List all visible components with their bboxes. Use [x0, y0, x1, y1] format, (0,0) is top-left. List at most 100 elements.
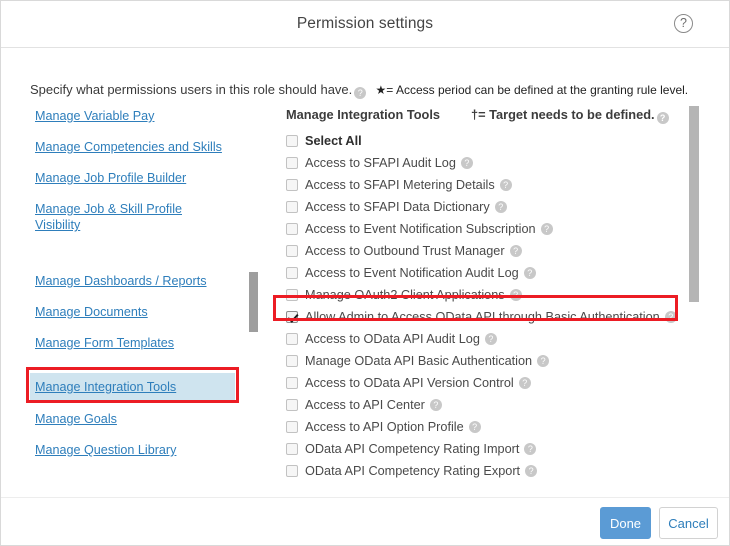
permission-category-sidebar[interactable]: Manage Variable Pay Manage Competencies a… — [1, 101, 249, 483]
checkbox-checked-icon[interactable] — [286, 311, 298, 323]
sidebar-item-manage-documents[interactable]: Manage Documents — [35, 304, 148, 320]
sidebar-item-label: Manage Dashboards / Reports — [35, 274, 207, 288]
panel-target-note: †= Target needs to be defined.? — [471, 107, 671, 124]
sidebar-item-manage-question-library[interactable]: Manage Question Library — [35, 442, 176, 458]
permission-row[interactable]: Allow Admin to Access OData API through … — [286, 306, 686, 328]
info-icon[interactable]: ? — [665, 311, 677, 323]
permission-list-scrollbar-thumb[interactable] — [689, 106, 699, 302]
permission-label: Access to Outbound Trust Manager — [305, 244, 505, 258]
info-icon[interactable]: ? — [524, 443, 536, 455]
permission-row[interactable]: Manage OAuth2 Client Applications? — [286, 284, 686, 306]
sidebar-item-manage-goals[interactable]: Manage Goals — [35, 411, 117, 427]
done-button[interactable]: Done — [600, 507, 651, 539]
permission-row[interactable]: Select All — [286, 130, 686, 152]
permission-label: Access to SFAPI Data Dictionary — [305, 200, 490, 214]
permission-label: Select All — [305, 134, 362, 148]
dialog-footer: Done Cancel — [1, 497, 729, 545]
panel-header: Manage Integration Tools — [286, 107, 440, 122]
info-icon[interactable]: ? — [495, 201, 507, 213]
permission-row[interactable]: OData API Competency Rating Import? — [286, 438, 686, 460]
permission-label: OData API Competency Rating Export — [305, 464, 520, 478]
checkbox-icon[interactable] — [286, 333, 298, 345]
checkbox-icon[interactable] — [286, 289, 298, 301]
permission-row[interactable]: Access to OData API Audit Log? — [286, 328, 686, 350]
sidebar-item-manage-form-templates[interactable]: Manage Form Templates — [35, 335, 174, 351]
intro-prefix: Specify what permissions users in this r… — [30, 82, 352, 97]
sidebar-item-manage-dashboards-reports[interactable]: Manage Dashboards / Reports — [35, 273, 207, 289]
info-icon[interactable]: ? — [657, 112, 669, 124]
info-icon[interactable]: ? — [469, 421, 481, 433]
info-icon[interactable]: ? — [510, 289, 522, 301]
permission-label: Access to SFAPI Metering Details — [305, 178, 495, 192]
checkbox-icon[interactable] — [286, 421, 298, 433]
sidebar-item-label: Manage Competencies and Skills — [35, 140, 222, 154]
permission-row[interactable]: Manage OData API Basic Authentication? — [286, 350, 686, 372]
checkbox-icon[interactable] — [286, 465, 298, 477]
sidebar-item-manage-variable-pay[interactable]: Manage Variable Pay — [35, 108, 154, 124]
permission-checkbox-list[interactable]: Select AllAccess to SFAPI Audit Log?Acce… — [286, 130, 686, 484]
info-icon[interactable]: ? — [541, 223, 553, 235]
permission-label: Access to OData API Audit Log — [305, 332, 480, 346]
permission-row[interactable]: Access to SFAPI Data Dictionary? — [286, 196, 686, 218]
permission-label: Access to Event Notification Audit Log — [305, 266, 519, 280]
checkbox-icon[interactable] — [286, 179, 298, 191]
sidebar-item-label: Manage Job Profile Builder — [35, 171, 186, 185]
sidebar-item-label: Manage Variable Pay — [35, 109, 154, 123]
intro-star-note: ★= Access period can be defined at the g… — [376, 83, 689, 97]
sidebar-item-label: Manage Documents — [35, 305, 148, 319]
permission-row[interactable]: Access to API Center? — [286, 394, 686, 416]
sidebar-item-manage-integration-tools[interactable]: Manage Integration Tools — [30, 373, 235, 403]
dialog-title: Permission settings — [1, 15, 729, 33]
sidebar-item-label: Manage Integration Tools — [35, 380, 176, 394]
checkbox-icon[interactable] — [286, 223, 298, 235]
info-icon[interactable]: ? — [524, 267, 536, 279]
cancel-button[interactable]: Cancel — [659, 507, 718, 539]
checkbox-icon[interactable] — [286, 245, 298, 257]
sidebar-item-manage-job-profile-builder[interactable]: Manage Job Profile Builder — [35, 170, 186, 186]
permission-label: Manage OData API Basic Authentication — [305, 354, 532, 368]
info-icon[interactable]: ? — [430, 399, 442, 411]
permission-row[interactable]: Access to SFAPI Metering Details? — [286, 174, 686, 196]
sidebar-item-manage-competencies-and-skills[interactable]: Manage Competencies and Skills — [35, 139, 222, 155]
sidebar-item-label: Manage Job & Skill Profile Visibility — [35, 202, 182, 232]
info-icon[interactable]: ? — [537, 355, 549, 367]
info-icon[interactable]: ? — [354, 87, 366, 99]
permission-row[interactable]: Access to Event Notification Subscriptio… — [286, 218, 686, 240]
checkbox-icon[interactable] — [286, 355, 298, 367]
permission-row[interactable]: Access to API Option Profile? — [286, 416, 686, 438]
checkbox-icon[interactable] — [286, 443, 298, 455]
permission-row[interactable]: Access to SFAPI Audit Log? — [286, 152, 686, 174]
sidebar-item-manage-job-skill-profile-visibility[interactable]: Manage Job & Skill Profile Visibility — [35, 201, 205, 233]
info-icon[interactable]: ? — [525, 465, 537, 477]
permission-label: OData API Competency Rating Import — [305, 442, 519, 456]
checkbox-icon[interactable] — [286, 267, 298, 279]
checkbox-icon[interactable] — [286, 201, 298, 213]
sidebar-item-label: Manage Form Templates — [35, 336, 174, 350]
checkbox-icon[interactable] — [286, 399, 298, 411]
permission-settings-dialog: Permission settings ? Specify what permi… — [0, 0, 730, 546]
permission-label: Access to Event Notification Subscriptio… — [305, 222, 536, 236]
permission-label: Access to SFAPI Audit Log — [305, 156, 456, 170]
info-icon[interactable]: ? — [461, 157, 473, 169]
permission-label: Access to OData API Version Control — [305, 376, 514, 390]
permission-label: Allow Admin to Access OData API through … — [305, 310, 660, 324]
sidebar-item-label: Manage Question Library — [35, 443, 176, 457]
sidebar-scrollbar-thumb[interactable] — [249, 272, 258, 332]
permission-row[interactable]: Access to OData API Version Control? — [286, 372, 686, 394]
help-circle-icon[interactable]: ? — [674, 14, 693, 33]
dialog-titlebar: Permission settings ? — [1, 1, 729, 48]
info-icon[interactable]: ? — [500, 179, 512, 191]
checkbox-icon[interactable] — [286, 157, 298, 169]
permission-row[interactable]: Access to Outbound Trust Manager? — [286, 240, 686, 262]
list-clip-mask — [286, 479, 686, 493]
info-icon[interactable]: ? — [519, 377, 531, 389]
permission-label: Access to API Option Profile — [305, 420, 464, 434]
info-icon[interactable]: ? — [510, 245, 522, 257]
intro-text: Specify what permissions users in this r… — [30, 82, 688, 99]
permission-label: Manage OAuth2 Client Applications — [305, 288, 505, 302]
sidebar-item-label: Manage Goals — [35, 412, 117, 426]
permission-row[interactable]: Access to Event Notification Audit Log? — [286, 262, 686, 284]
info-icon[interactable]: ? — [485, 333, 497, 345]
checkbox-icon[interactable] — [286, 377, 298, 389]
checkbox-icon[interactable] — [286, 135, 298, 147]
